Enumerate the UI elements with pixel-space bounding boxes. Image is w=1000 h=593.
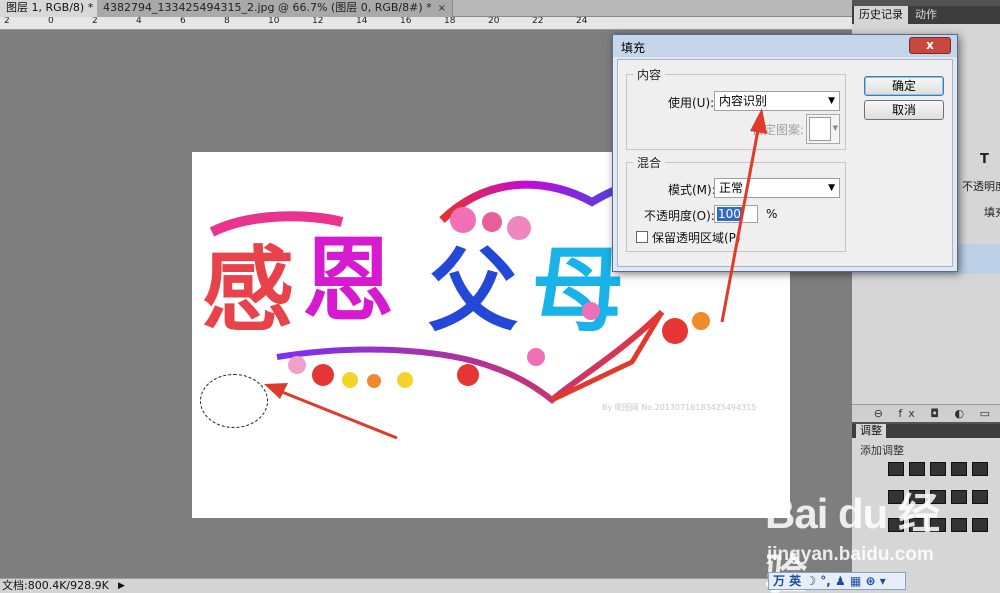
flower-decoration xyxy=(527,348,545,366)
ruler-number: 2 xyxy=(4,17,10,26)
pattern-swatch xyxy=(809,117,831,141)
chevron-down-icon: ▼ xyxy=(832,124,838,132)
selective-color-icon[interactable] xyxy=(972,518,988,532)
mode-label: 模式(M): xyxy=(668,183,716,197)
history-tab-bar: 历史记录 动作 xyxy=(852,6,1000,24)
exposure-icon[interactable] xyxy=(951,462,967,476)
document-tab-label: 4382794_133425494315_2.jpg @ 66.7% (图层 0… xyxy=(103,1,432,14)
pattern-label: 自定图案: xyxy=(752,123,805,137)
flower-decoration xyxy=(507,216,531,240)
flower-decoration xyxy=(582,302,600,320)
artwork-char-gan: 感 xyxy=(202,236,295,344)
flower-decoration xyxy=(662,318,688,344)
blend-group-title: 混合 xyxy=(637,156,662,170)
tab-actions[interactable]: 动作 xyxy=(910,6,942,24)
ruler-number: 6 xyxy=(180,17,186,26)
cancel-button[interactable]: 取消 xyxy=(864,100,944,120)
chevron-down-icon: ▼ xyxy=(828,96,835,106)
preserve-transparency-label[interactable]: 保留透明区域(P) xyxy=(652,229,741,246)
chevron-down-icon: ▼ xyxy=(828,183,835,193)
ruler-number: 16 xyxy=(400,17,412,26)
flower-decoration xyxy=(450,207,476,233)
ruler-number: 14 xyxy=(356,17,368,26)
document-tab-jpg[interactable]: 4382794_133425494315_2.jpg @ 66.7% (图层 0… xyxy=(97,0,454,17)
opacity-value: 100 xyxy=(717,207,742,221)
use-select[interactable]: 内容识别 ▼ xyxy=(714,91,840,111)
baidu-url: jingyan.baidu.com xyxy=(767,544,934,565)
opacity-unit: % xyxy=(766,207,778,221)
levels-icon[interactable] xyxy=(909,462,925,476)
document-tab-label: 图层 1, RGB/8) * xyxy=(6,1,94,14)
ruler-number: 8 xyxy=(224,17,230,26)
document-tab-strip: 图层 1, RGB/8) * × 4382794_133425494315_2.j… xyxy=(0,0,852,17)
close-button[interactable]: x xyxy=(909,37,951,54)
flower-decoration xyxy=(482,212,502,232)
brightness-icon[interactable] xyxy=(888,462,904,476)
tab-history[interactable]: 历史记录 xyxy=(854,6,908,24)
flower-decoration xyxy=(288,356,306,374)
adjustments-tab-bar: 调整 xyxy=(852,424,1000,438)
flower-decoration xyxy=(367,374,381,388)
layer-actions-bar[interactable]: ⊖ fx ◘ ◐ ▭ xyxy=(852,404,1000,422)
adjustments-title: 添加调整 xyxy=(860,444,904,457)
use-select-value: 内容识别 xyxy=(719,94,768,108)
flower-decoration xyxy=(342,372,358,388)
flower-decoration xyxy=(692,312,710,330)
close-icon[interactable]: × xyxy=(438,3,446,14)
baidu-watermark: Bai du 经验 jingyan.baidu.com xyxy=(765,480,955,593)
dialog-title: 填充 xyxy=(621,41,646,55)
mode-select-value: 正常 xyxy=(719,181,744,195)
flower-decoration xyxy=(312,364,334,386)
lasso-selection[interactable] xyxy=(200,374,268,428)
layer-opacity-label: 不透明度 xyxy=(962,180,1000,193)
horizontal-ruler: 2 0 2 4 6 8 10 12 14 16 18 20 22 24 xyxy=(0,17,852,30)
dialog-titlebar[interactable]: 填充 x xyxy=(613,35,957,57)
ime-toolbar[interactable]: 万 英 ☽ °, ♟ ▦ ⊛ ▾ xyxy=(768,572,906,590)
artwork-char-mu: 母 xyxy=(532,236,625,344)
curves-icon[interactable] xyxy=(930,462,946,476)
ruler-number: 10 xyxy=(268,17,280,26)
ruler-number: 12 xyxy=(312,17,324,26)
ruler-number: 18 xyxy=(444,17,456,26)
layer-fill-label: 填充 xyxy=(984,206,1000,219)
type-tool-icon[interactable]: T xyxy=(980,152,1000,167)
ruler-number: 24 xyxy=(576,17,588,26)
vibrance-icon[interactable] xyxy=(972,462,988,476)
dialog-body: 内容 使用(U): 内容识别 ▼ 自定图案: ▼ 混合 模式(M): 正常 ▼ … xyxy=(617,59,953,267)
document-size: 文档:800.4K/928.9K xyxy=(2,579,109,592)
artwork-char-fu: 父 xyxy=(428,238,518,344)
mode-select[interactable]: 正常 ▼ xyxy=(714,178,840,198)
image-watermark: By 昵图网 No.20130716183425494315 xyxy=(602,403,757,412)
flower-decoration xyxy=(457,364,479,386)
status-bar: 文档:800.4K/928.9K ▶ xyxy=(0,578,852,593)
preserve-transparency-checkbox[interactable] xyxy=(636,231,648,243)
ruler-number: 2 xyxy=(92,17,98,26)
ruler-number: 20 xyxy=(488,17,500,26)
opacity-input[interactable]: 100 xyxy=(714,205,758,223)
flower-decoration xyxy=(397,372,413,388)
fill-dialog: 填充 x 内容 使用(U): 内容识别 ▼ 自定图案: ▼ 混合 模式(M): … xyxy=(612,34,958,272)
use-label: 使用(U): xyxy=(668,96,715,110)
ruler-number: 4 xyxy=(136,17,142,26)
pattern-picker: ▼ xyxy=(806,114,840,144)
channel-mixer-icon[interactable] xyxy=(972,490,988,504)
opacity-label: 不透明度(O): xyxy=(644,209,715,223)
ruler-number: 0 xyxy=(48,17,54,26)
content-group-title: 内容 xyxy=(637,68,662,82)
ok-button[interactable]: 确定 xyxy=(864,76,944,96)
ruler-number: 22 xyxy=(532,17,544,26)
status-menu-arrow-icon[interactable]: ▶ xyxy=(118,579,125,593)
tab-adjustments[interactable]: 调整 xyxy=(856,424,886,438)
artwork-char-en: 恩 xyxy=(302,226,395,334)
